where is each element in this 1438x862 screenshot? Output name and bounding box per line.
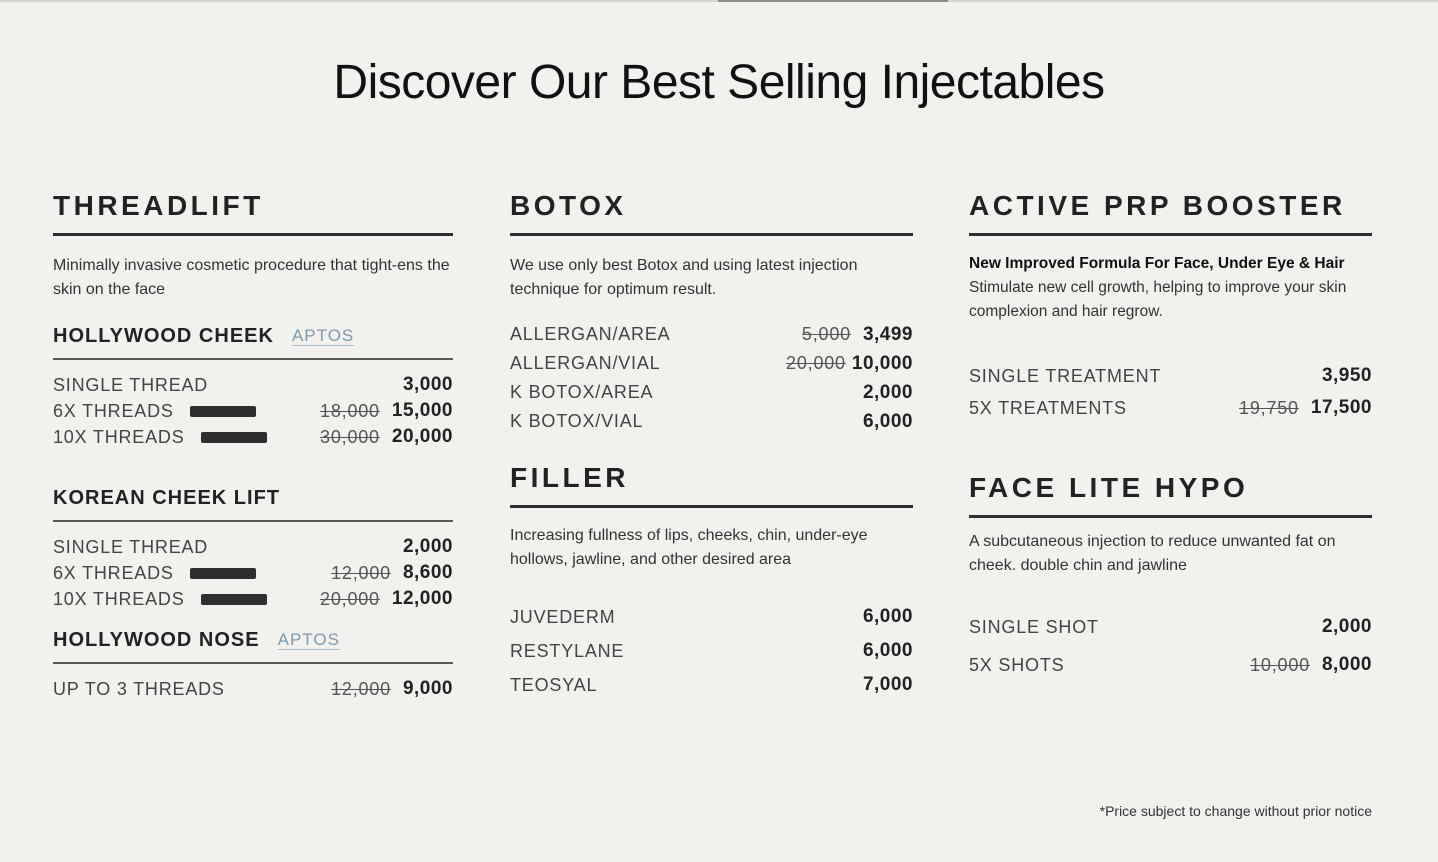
original-price: 18,000: [320, 400, 380, 421]
price-row: 10X THREADS 30,000 20,000: [53, 424, 453, 450]
original-price: 10,000: [1250, 654, 1310, 675]
item-price: 17,500: [1310, 397, 1372, 418]
item-name: K BOTOX/AREA: [510, 382, 654, 402]
hollywood-nose-group: HOLLYWOOD NOSE APTOS UP TO 3 THREADS 12,…: [53, 628, 453, 702]
item-name: TEOSYAL: [510, 674, 598, 695]
item-name: K BOTOX/VIAL: [510, 411, 644, 431]
original-price: 12,000: [331, 562, 391, 583]
item-name: ALLERGAN/VIAL: [510, 353, 661, 373]
item-price: 6,000: [862, 606, 913, 627]
price-row: RESTYLANE 6,000: [510, 634, 913, 668]
item-price: 8,600: [402, 562, 453, 583]
hollywood-cheek-title: HOLLYWOOD CHEEK: [53, 325, 274, 347]
item-name: 6X THREADS: [53, 562, 174, 583]
item-name: 5X TREATMENTS: [969, 397, 1127, 418]
filler-heading: FILLER: [510, 462, 913, 508]
item-name: JUVEDERM: [510, 606, 616, 627]
price-row: 10X THREADS 20,000 12,000: [53, 586, 453, 612]
original-price: 20,000: [786, 353, 846, 373]
item-price: 6,000: [862, 410, 913, 432]
item-price: 15,000: [391, 400, 453, 421]
threadlift-heading: THREADLIFT: [53, 190, 453, 236]
item-name: SINGLE THREAD: [53, 536, 209, 557]
item-name: RESTYLANE: [510, 640, 625, 661]
item-name: SINGLE TREATMENT: [969, 365, 1162, 386]
filler-section: FILLER Increasing fullness of lips, chee…: [510, 462, 913, 702]
korean-cheek-group: KOREAN CHEEK LIFT SINGLE THREAD 2,000 6X…: [53, 486, 453, 612]
threadlift-section: THREADLIFT Minimally invasive cosmetic p…: [53, 190, 453, 702]
item-name: 10X THREADS: [53, 426, 185, 447]
price-row: SINGLE THREAD 2,000: [53, 534, 453, 560]
original-price: 30,000: [320, 426, 380, 447]
item-name: ALLERGAN/AREA: [510, 324, 671, 344]
price-row: 6X THREADS 18,000 15,000: [53, 398, 453, 424]
face-lite-description: A subcutaneous injection to reduce unwan…: [969, 533, 1336, 574]
item-price: 3,499: [862, 323, 913, 345]
original-price: 5,000: [801, 324, 851, 344]
item-name: 5X SHOTS: [969, 654, 1065, 675]
price-row: SINGLE SHOT 2,000: [969, 608, 1372, 646]
item-name: 10X THREADS: [53, 588, 185, 609]
filler-description: Increasing fullness of lips, cheeks, chi…: [510, 527, 868, 568]
item-name: SINGLE THREAD: [53, 374, 209, 395]
item-price: 10,000: [851, 352, 913, 374]
botox-description: We use only best Botox and using latest …: [510, 257, 858, 298]
free-botox-badge: [200, 431, 267, 443]
free-botox-badge: [189, 405, 256, 417]
price-row: K BOTOX/VIAL 6,000: [510, 407, 913, 436]
price-disclaimer: *Price subject to change without prior n…: [1099, 803, 1372, 819]
scroll-indicator: [718, 0, 948, 2]
aptos-logo: APTOS: [291, 325, 355, 346]
hollywood-nose-title: HOLLYWOOD NOSE: [53, 629, 260, 651]
page-title: Discover Our Best Selling Injectables: [333, 56, 1105, 109]
prp-description: Stimulate new cell growth, helping to im…: [969, 279, 1347, 320]
prp-heading: ACTIVE PRP BOOSTER: [969, 190, 1372, 236]
price-row: ALLERGAN/VIAL 20,000 10,000: [510, 349, 913, 378]
price-row: 6X THREADS 12,000 8,600: [53, 560, 453, 586]
price-row: TEOSYAL 7,000: [510, 668, 913, 702]
korean-cheek-title: KOREAN CHEEK LIFT: [53, 487, 280, 509]
item-price: 9,000: [402, 678, 453, 699]
aptos-logo: APTOS: [277, 629, 340, 650]
original-price: 19,750: [1239, 397, 1299, 418]
item-name: 6X THREADS: [53, 400, 174, 421]
price-row: 5X TREATMENTS 19,750 17,500: [969, 392, 1372, 424]
item-price: 20,000: [391, 426, 453, 447]
item-name: UP TO 3 THREADS: [53, 678, 225, 699]
prp-tagline: New Improved Formula For Face, Under Eye…: [969, 255, 1345, 272]
item-price: 3,950: [1321, 365, 1372, 386]
free-botox-badge: [189, 567, 256, 579]
item-price: 8,000: [1321, 654, 1372, 675]
botox-heading: BOTOX: [510, 190, 913, 236]
price-row: SINGLE TREATMENT 3,950: [969, 360, 1372, 392]
hollywood-cheek-heading: HOLLYWOOD CHEEK APTOS: [53, 324, 453, 360]
item-price: 7,000: [862, 674, 913, 695]
botox-section: BOTOX We use only best Botox and using l…: [510, 190, 913, 702]
prp-section: ACTIVE PRP BOOSTER New Improved Formula …: [969, 190, 1372, 684]
price-row: ALLERGAN/AREA 5,000 3,499: [510, 320, 913, 349]
threadlift-description: Minimally invasive cosmetic procedure th…: [53, 257, 450, 298]
item-price: 2,000: [402, 536, 453, 557]
item-name: SINGLE SHOT: [969, 616, 1099, 637]
original-price: 12,000: [331, 678, 391, 699]
item-price: 6,000: [862, 640, 913, 661]
korean-cheek-heading: KOREAN CHEEK LIFT: [53, 486, 453, 522]
item-price: 2,000: [1321, 616, 1372, 637]
price-row: K BOTOX/AREA 2,000: [510, 378, 913, 407]
item-price: 3,000: [402, 374, 453, 395]
hollywood-nose-heading: HOLLYWOOD NOSE APTOS: [53, 628, 453, 664]
price-row: JUVEDERM 6,000: [510, 600, 913, 634]
free-botox-badge: [200, 593, 267, 605]
face-lite-heading: FACE LITE HYPO: [969, 472, 1372, 518]
item-price: 12,000: [391, 588, 453, 609]
face-lite-section: FACE LITE HYPO A subcutaneous injection …: [969, 472, 1372, 684]
price-row: SINGLE THREAD 3,000: [53, 372, 453, 398]
original-price: 20,000: [320, 588, 380, 609]
prp-description-block: New Improved Formula For Face, Under Eye…: [969, 252, 1374, 324]
hollywood-cheek-group: HOLLYWOOD CHEEK APTOS SINGLE THREAD 3,00…: [53, 324, 453, 450]
item-price: 2,000: [862, 381, 913, 403]
price-row: 5X SHOTS 10,000 8,000: [969, 646, 1372, 684]
price-row: UP TO 3 THREADS 12,000 9,000: [53, 676, 453, 702]
